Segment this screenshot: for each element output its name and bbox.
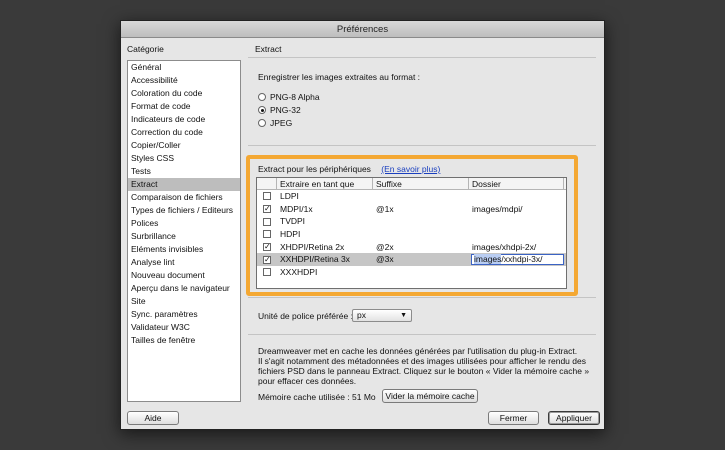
row-name: MDPI/1x <box>280 203 313 214</box>
folder-edit-input[interactable]: images/xxhdpi-3x/ <box>471 254 564 266</box>
clear-cache-button[interactable]: Vider la mémoire cache <box>382 389 478 403</box>
description-line: Il s'agit notamment des métadonnées et d… <box>258 356 586 366</box>
table-row[interactable]: TVDPI <box>257 215 566 228</box>
category-item-file-types[interactable]: Types de fichiers / Editeurs <box>128 204 240 217</box>
radio-png32-label: PNG-32 <box>270 105 301 115</box>
category-item-sync-settings[interactable]: Sync. paramètres <box>128 308 240 321</box>
category-item-css-styles[interactable]: Styles CSS <box>128 152 240 165</box>
radio-png32-button[interactable] <box>258 106 266 114</box>
font-unit-select[interactable]: px ▼ <box>352 309 412 322</box>
category-item-w3c-validator[interactable]: Validateur W3C <box>128 321 240 334</box>
category-item-copy-paste[interactable]: Copier/Coller <box>128 139 240 152</box>
divider <box>248 297 596 298</box>
chevron-down-icon: ▼ <box>400 312 407 319</box>
cache-description: Dreamweaver met en cache les données gén… <box>258 346 593 386</box>
description-line: Dreamweaver met en cache les données gén… <box>258 346 578 356</box>
devices-table: Extraire en tant que Suffixe Dossier LDP… <box>256 177 567 289</box>
radio-png8-label: PNG-8 Alpha <box>270 92 320 102</box>
category-item-general[interactable]: Général <box>128 61 240 74</box>
row-suffix[interactable]: @1x <box>373 203 469 216</box>
category-item-code-format[interactable]: Format de code <box>128 100 240 113</box>
table-header: Extraire en tant que Suffixe Dossier <box>257 178 566 190</box>
category-item-extract[interactable]: Extract <box>128 178 240 191</box>
devices-label: Extract pour les périphériques <box>258 164 371 174</box>
radio-png8-button[interactable] <box>258 93 266 101</box>
category-item-file-compare[interactable]: Comparaison de fichiers <box>128 191 240 204</box>
category-item-site[interactable]: Site <box>128 295 240 308</box>
divider <box>248 145 596 146</box>
row-checkbox[interactable]: ✓ <box>263 205 271 214</box>
description-line: fichiers PSD dans le panneau Extract. Cl… <box>258 366 590 376</box>
category-item-new-document[interactable]: Nouveau document <box>128 269 240 282</box>
preferences-dialog: Préférences Catégorie Général Accessibil… <box>120 20 605 430</box>
category-item-tests[interactable]: Tests <box>128 165 240 178</box>
divider <box>248 57 596 58</box>
cache-used-label: Mémoire cache utilisée : 51 Mo <box>258 392 376 402</box>
learn-more-link[interactable]: (En savoir plus) <box>381 164 440 174</box>
row-name: TVDPI <box>280 216 306 227</box>
header-name[interactable]: Extraire en tant que <box>277 178 373 189</box>
help-button[interactable]: Aide <box>127 411 179 425</box>
folder-edit-selection: images <box>474 254 502 265</box>
row-checkbox[interactable] <box>263 230 271 239</box>
category-item-code-hints[interactable]: Indicateurs de code <box>128 113 240 126</box>
category-item-linting[interactable]: Analyse lint <box>128 256 240 269</box>
window-title: Préférences <box>121 21 604 38</box>
radio-png8[interactable]: PNG-8 Alpha <box>258 91 320 103</box>
divider <box>248 334 596 335</box>
format-label: Enregistrer les images extraites au form… <box>258 72 421 82</box>
header-check-column <box>257 178 277 189</box>
row-checkbox[interactable]: ✓ <box>263 243 271 252</box>
radio-jpeg[interactable]: JPEG <box>258 117 292 129</box>
category-heading: Catégorie <box>127 44 164 54</box>
table-row[interactable]: ✓ XHDPI/Retina 2x @2x images/xhdpi-2x/ <box>257 241 566 254</box>
row-name: LDPI <box>280 191 299 201</box>
row-checkbox[interactable] <box>263 192 271 201</box>
category-item-code-rewriting[interactable]: Correction du code <box>128 126 240 139</box>
header-folder[interactable]: Dossier <box>469 178 564 189</box>
radio-jpeg-label: JPEG <box>270 118 293 128</box>
row-checkbox[interactable]: ✓ <box>263 255 271 264</box>
category-item-window-sizes[interactable]: Tailles de fenêtre <box>128 334 240 347</box>
header-suffix[interactable]: Suffixe <box>373 178 469 189</box>
folder-edit-rest: /xxhdpi-3x/ <box>501 254 543 265</box>
font-unit-label: Unité de police préférée : <box>258 311 353 321</box>
category-item-fonts[interactable]: Polices <box>128 217 240 230</box>
devices-label-row: Extract pour les périphériques (En savoi… <box>258 164 440 174</box>
row-folder[interactable]: images/mdpi/ <box>469 203 564 216</box>
apply-button[interactable]: Appliquer <box>548 411 600 425</box>
category-item-browser-preview[interactable]: Aperçu dans le navigateur <box>128 282 240 295</box>
category-list[interactable]: Général Accessibilité Coloration du code… <box>127 60 241 402</box>
row-folder[interactable]: images/xhdpi-2x/ <box>469 241 564 254</box>
table-row-selected[interactable]: ✓ XXHDPI/Retina 3x @3x images/xxhdpi-3x/ <box>257 253 566 267</box>
row-name: XXHDPI/Retina 3x <box>280 254 350 265</box>
category-item-code-coloring[interactable]: Coloration du code <box>128 87 240 100</box>
panel-title: Extract <box>255 44 282 54</box>
radio-png32[interactable]: PNG-32 <box>258 104 301 116</box>
row-suffix[interactable]: @3x <box>373 253 469 266</box>
font-unit-value: px <box>357 310 366 320</box>
category-item-invisible-elements[interactable]: Eléments invisibles <box>128 243 240 256</box>
close-button[interactable]: Fermer <box>488 411 539 425</box>
category-item-highlighting[interactable]: Surbrillance <box>128 230 240 243</box>
table-row[interactable]: LDPI <box>257 190 566 203</box>
row-name: HDPI <box>280 229 301 240</box>
row-checkbox[interactable] <box>263 217 271 226</box>
category-item-accessibility[interactable]: Accessibilité <box>128 74 240 87</box>
row-name: XXXHDPI <box>280 267 318 278</box>
row-name: XHDPI/Retina 2x <box>280 241 345 252</box>
row-suffix[interactable]: @2x <box>373 241 469 254</box>
radio-jpeg-button[interactable] <box>258 119 266 127</box>
description-line: pour effacer ces données. <box>258 376 357 386</box>
row-checkbox[interactable] <box>263 268 271 277</box>
table-row[interactable]: ✓ MDPI/1x @1x images/mdpi/ <box>257 203 566 216</box>
table-row[interactable]: XXXHDPI <box>257 266 566 279</box>
table-row[interactable]: HDPI <box>257 228 566 241</box>
